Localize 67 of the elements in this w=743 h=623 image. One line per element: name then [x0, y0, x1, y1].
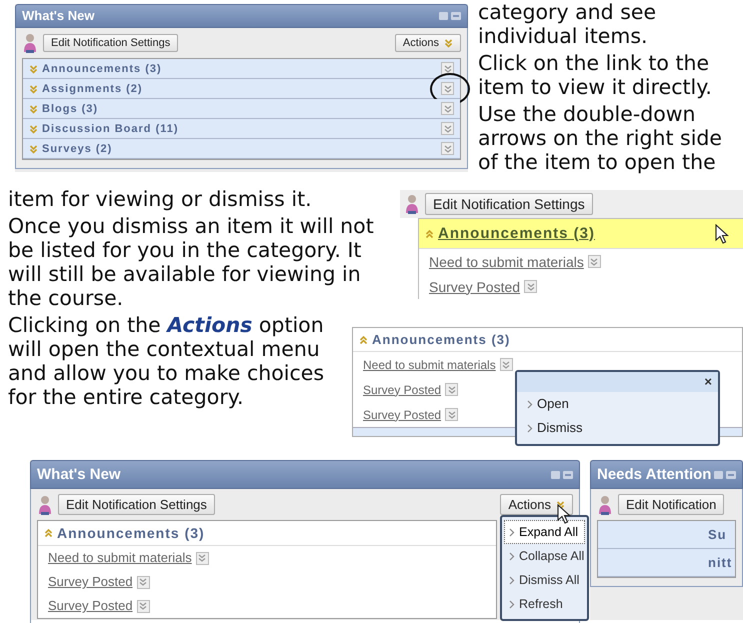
- double-down-chevron-icon: [444, 124, 452, 132]
- double-down-chevron-icon: [444, 38, 453, 48]
- double-down-chevron-icon: [590, 258, 598, 266]
- item-menu-button[interactable]: [441, 62, 454, 75]
- category-row[interactable]: Discussion Board (11): [23, 119, 460, 139]
- avatar-icon: [404, 194, 420, 214]
- chevron-right-icon: [527, 400, 533, 408]
- category-row[interactable]: Surveys (2): [23, 139, 460, 159]
- avatar-icon: [597, 494, 613, 514]
- menu-option[interactable]: Dismiss: [517, 416, 718, 440]
- panel-title: What's New: [37, 464, 121, 484]
- item-link[interactable]: Survey Posted: [48, 594, 133, 618]
- chevron-right-icon: [509, 552, 515, 560]
- menu-option[interactable]: Expand All: [504, 520, 585, 544]
- double-down-chevron-icon: [444, 64, 452, 72]
- chevron-right-icon: [509, 576, 515, 584]
- instruction-text: Click on the link to the item to view it directly.: [478, 51, 713, 99]
- category-row[interactable]: Announcements (3): [419, 219, 743, 249]
- actions-button[interactable]: Actions: [500, 494, 573, 515]
- window-controls-icon: [551, 470, 573, 480]
- category-row[interactable]: Blogs (3): [23, 99, 460, 119]
- edit-notification-settings-button[interactable]: Edit Notification Settings: [43, 34, 178, 52]
- menu-option[interactable]: Collapse All: [504, 544, 585, 568]
- double-down-chevron-icon: [444, 84, 452, 92]
- item-link[interactable]: Survey Posted: [363, 378, 442, 402]
- instruction-text: Once you dismiss an item it will not be listed for you in the category. It will still be available for viewing in the course.: [8, 214, 375, 310]
- chevron-right-icon: [527, 424, 533, 432]
- instruction-text: Clicking on the Actions option will open the contextual menu and allow you to make choices for the entire category.: [8, 313, 326, 409]
- category-row[interactable]: Announcements (3): [23, 59, 460, 79]
- menu-option[interactable]: Dismiss All: [504, 568, 585, 592]
- double-down-chevron-icon: [139, 602, 148, 610]
- double-down-chevron-icon: [444, 104, 452, 112]
- edit-notification-settings-button[interactable]: Edit Notification: [618, 494, 724, 515]
- item-link[interactable]: Need to submit materials: [363, 352, 496, 376]
- avatar-icon: [22, 33, 38, 53]
- category-row[interactable]: nitt: [598, 549, 735, 577]
- double-down-chevron-icon: [139, 578, 148, 586]
- item-link[interactable]: Survey Posted: [48, 570, 133, 594]
- panel-title: Needs Attention: [597, 464, 712, 484]
- chevron-right-icon: [509, 528, 515, 536]
- double-down-chevron-icon: [444, 144, 452, 152]
- double-down-chevron-icon: [526, 282, 535, 290]
- instruction-text: item for viewing or dismiss it.: [8, 187, 313, 211]
- double-down-chevron-icon: [448, 386, 456, 394]
- panel-title: What's New: [22, 7, 94, 25]
- window-controls-icon: [439, 11, 461, 21]
- menu-option[interactable]: Refresh: [504, 592, 585, 616]
- chevron-right-icon: [509, 600, 515, 608]
- item-link[interactable]: Need to submit materials: [48, 546, 192, 570]
- instruction-text: category and see individual items.: [478, 0, 658, 48]
- double-down-chevron-icon: [502, 360, 510, 368]
- double-down-chevron-icon: [198, 554, 206, 562]
- double-down-chevron-icon: [556, 500, 565, 510]
- avatar-icon: [37, 494, 53, 514]
- instruction-text: Use the double-down arrows on the right side of the item to open the: [478, 102, 724, 174]
- edit-notification-settings-button[interactable]: Edit Notification Settings: [58, 494, 215, 515]
- close-button[interactable]: ×: [704, 370, 712, 394]
- item-link[interactable]: Need to submit materials: [429, 250, 584, 274]
- category-row[interactable]: Su: [598, 521, 735, 549]
- item-link[interactable]: Survey Posted: [429, 274, 520, 298]
- actions-button[interactable]: Actions: [394, 34, 461, 52]
- edit-notification-settings-button[interactable]: Edit Notification Settings: [425, 193, 593, 215]
- window-controls-icon: [714, 470, 736, 480]
- double-down-chevron-icon: [448, 410, 456, 418]
- category-row[interactable]: Assignments (2): [23, 79, 460, 99]
- menu-option[interactable]: Open: [517, 392, 718, 416]
- item-link[interactable]: Survey Posted: [363, 402, 442, 426]
